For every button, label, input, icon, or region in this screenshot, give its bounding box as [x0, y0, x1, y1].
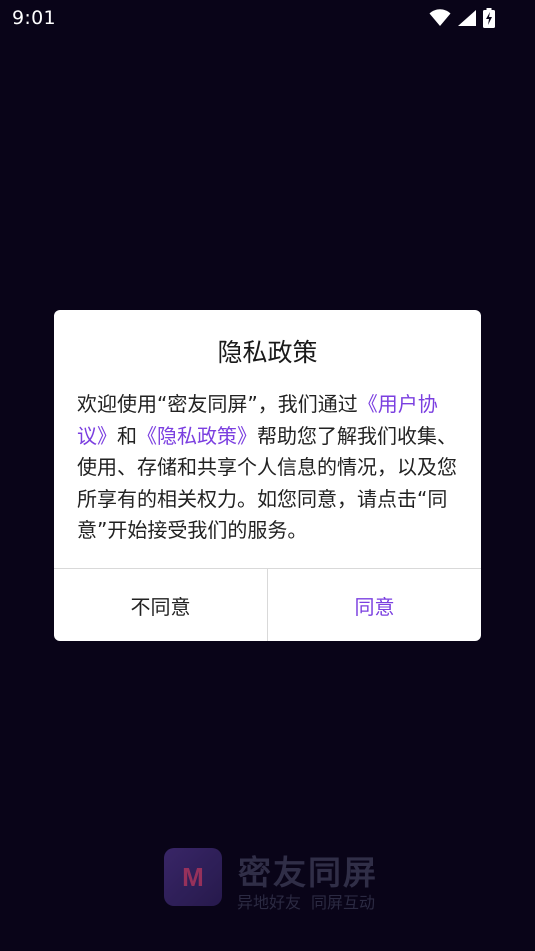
decline-button[interactable]: 不同意 [54, 569, 268, 641]
slogan-left: 异地好友 [237, 893, 302, 912]
privacy-policy-link[interactable]: 《隐私政策》 [137, 424, 257, 448]
app-logo-letter: M [182, 862, 204, 892]
app-logo-icon: M [164, 848, 222, 906]
splash-app-name: 密友同屏 [238, 853, 378, 892]
body-text-intro: 欢迎使用“密友同屏”，我们通过 [77, 392, 358, 416]
dialog-actions: 不同意 同意 [54, 569, 481, 641]
agree-button[interactable]: 同意 [268, 569, 481, 641]
dialog-body: 欢迎使用“密友同屏”，我们通过《用户协议》和《隐私政策》帮助您了解我们收集、使用… [77, 389, 461, 547]
splash-slogan: 异地好友 同屏互动 [237, 889, 375, 913]
slogan-right: 同屏互动 [311, 893, 376, 912]
dialog-title: 隐私政策 [217, 338, 318, 367]
privacy-policy-dialog: 隐私政策 欢迎使用“密友同屏”，我们通过《用户协议》和《隐私政策》帮助您了解我们… [54, 310, 481, 641]
body-text-and: 和 [117, 423, 137, 448]
